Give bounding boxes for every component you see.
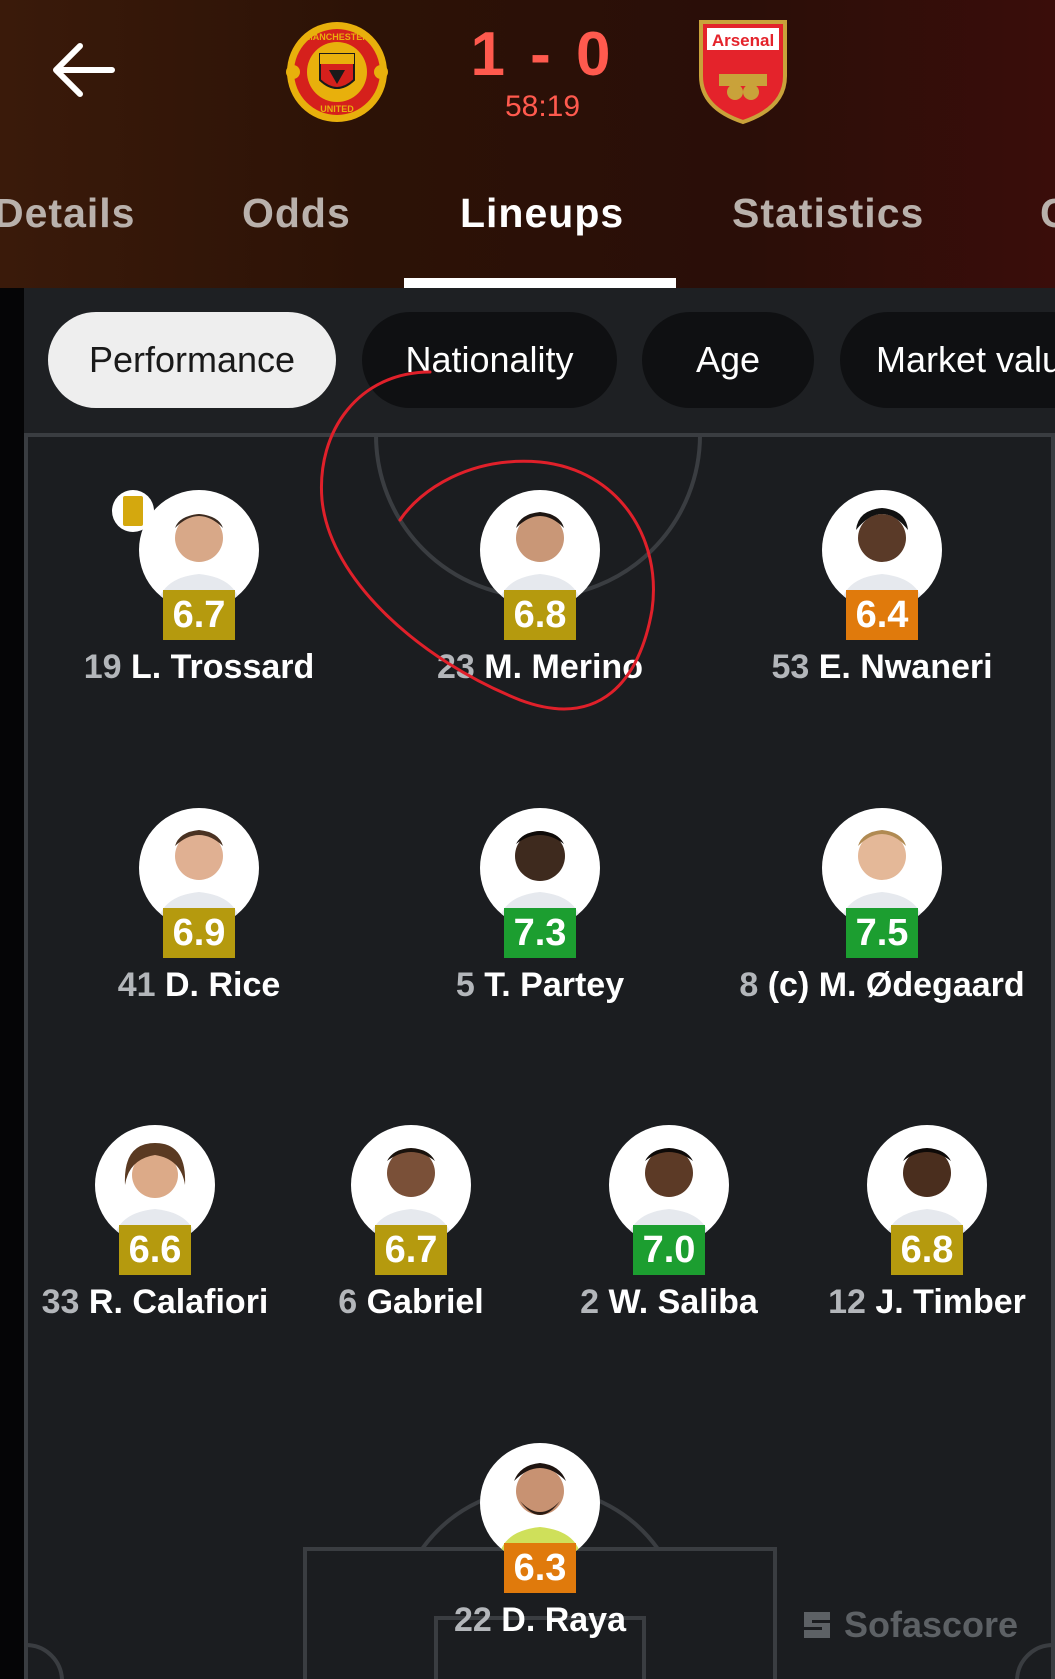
player-name: 12 J. Timber xyxy=(752,1283,1055,1322)
player-number: 12 xyxy=(828,1283,866,1321)
player-name: 22 D. Raya xyxy=(365,1601,715,1640)
tab-odds[interactable]: Odds xyxy=(242,190,351,237)
tab-lineups[interactable]: Lineups xyxy=(460,190,624,237)
player-rating: 7.0 xyxy=(633,1225,705,1275)
tab-details[interactable]: Details xyxy=(0,190,135,237)
player-name: 41 D. Rice xyxy=(24,966,374,1005)
home-crest-text-top: MANCHESTER xyxy=(305,32,369,42)
player-number: 41 xyxy=(117,966,156,1004)
player-rating: 6.4 xyxy=(846,590,918,640)
sofascore-logo-icon xyxy=(804,1612,830,1638)
player-number: 23 xyxy=(437,648,475,686)
back-button[interactable] xyxy=(50,40,120,100)
player-rating: 6.9 xyxy=(163,908,235,958)
player-name-text: M. Merino xyxy=(484,648,643,686)
player-name-text: D. Rice xyxy=(165,966,281,1004)
filter-nationality[interactable]: Nationality xyxy=(362,312,617,408)
player-rating: 6.7 xyxy=(375,1225,447,1275)
player-number: 6 xyxy=(338,1283,358,1321)
match-clock: 58:19 xyxy=(504,90,581,123)
sofascore-watermark: Sofascore xyxy=(800,1604,1018,1646)
filter-market-value[interactable]: Market valu xyxy=(840,312,1055,408)
tab-more[interactable]: C xyxy=(1040,190,1055,237)
player-rating: 6.8 xyxy=(891,1225,963,1275)
home-crest-text-bottom: UNITED xyxy=(320,104,354,114)
player-number: 33 xyxy=(41,1283,80,1321)
player-rating: 6.7 xyxy=(163,590,235,640)
player-name-text: W. Saliba xyxy=(608,1283,758,1321)
player-number: 19 xyxy=(83,648,122,686)
player-number: 5 xyxy=(455,966,475,1004)
tab-statistics[interactable]: Statistics xyxy=(732,190,924,237)
player-name-text: Gabriel xyxy=(366,1283,484,1321)
player-name-text: E. Nwaneri xyxy=(818,648,993,686)
away-crest-text: Arsenal xyxy=(712,31,774,50)
yellow-card-icon xyxy=(112,490,154,532)
filter-age[interactable]: Age xyxy=(642,312,814,408)
player-name-text: J. Timber xyxy=(875,1283,1026,1321)
player-name-text: L. Trossard xyxy=(131,648,315,686)
match-score: 1 - 0 xyxy=(470,20,615,89)
player-name-text: (c) M. Ødegaard xyxy=(767,966,1025,1004)
filter-performance[interactable]: Performance xyxy=(48,312,336,408)
player-number: 8 xyxy=(739,966,759,1004)
player-name-text: T. Partey xyxy=(484,966,625,1004)
player-rating: 7.5 xyxy=(846,908,918,958)
player-number: 22 xyxy=(453,1601,492,1639)
watermark-text: Sofascore xyxy=(844,1604,1019,1645)
player-number: 53 xyxy=(771,648,810,686)
player-name: 8 (c) M. Ødegaard xyxy=(707,966,1055,1005)
active-tab-indicator xyxy=(404,278,676,288)
away-team-crest[interactable]: Arsenal xyxy=(697,18,789,131)
player-rating: 6.3 xyxy=(504,1543,576,1593)
arrow-left-icon xyxy=(53,43,115,97)
home-team-crest[interactable]: MANCHESTER UNITED xyxy=(284,18,390,131)
player-name: 19 L. Trossard xyxy=(24,648,374,687)
player-name: 5 T. Partey xyxy=(365,966,715,1005)
manchester-united-crest-icon: MANCHESTER UNITED xyxy=(286,22,388,122)
player-rating: 7.3 xyxy=(504,908,576,958)
match-header: MANCHESTER UNITED 1 - 0 58:19 Arsenal De… xyxy=(0,0,1055,288)
player-name-text: D. Raya xyxy=(501,1601,626,1639)
player-number: 2 xyxy=(580,1283,600,1321)
player-name: 23 M. Merino xyxy=(365,648,715,687)
player-rating: 6.8 xyxy=(504,590,576,640)
player-name: 53 E. Nwaneri xyxy=(707,648,1055,687)
left-edge xyxy=(0,288,24,1679)
arsenal-crest-icon: Arsenal xyxy=(699,20,787,125)
player-rating: 6.6 xyxy=(119,1225,191,1275)
